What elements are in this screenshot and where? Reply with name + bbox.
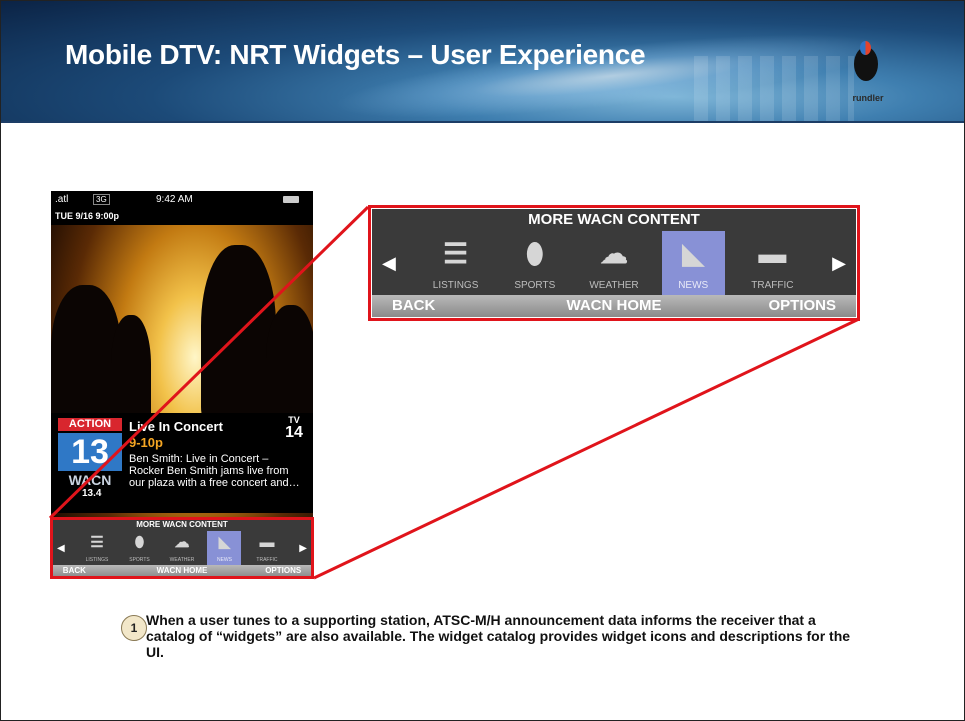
channel-callsign: WACN	[68, 472, 112, 488]
rss-feed-icon: ◣	[682, 238, 704, 269]
program-time: 9-10p	[129, 435, 163, 450]
widget-sports-button[interactable]: ⬮ SPORTS	[123, 531, 157, 565]
banner-divider	[1, 121, 964, 123]
widget-traffic-button[interactable]: ▬ TRAFFIC	[741, 231, 804, 295]
widget-traffic-button[interactable]: ▬ TRAFFIC	[250, 531, 284, 565]
widget-listings-button[interactable]: ☰ LISTINGS	[80, 531, 114, 565]
listings-icon: ☰	[90, 534, 104, 551]
widget-bar-title: MORE WACN CONTENT	[136, 520, 228, 529]
football-icon: ⬮	[134, 534, 145, 551]
logo-wordmark: rundler	[852, 93, 884, 103]
car-icon: ▬	[259, 534, 275, 551]
widget-weather-button[interactable]: ☁ WEATHER	[165, 531, 199, 565]
company-logo: rundler	[844, 41, 892, 111]
widget-news-button[interactable]: ◣ NEWS	[207, 531, 242, 565]
network-indicator: 3G	[93, 194, 110, 205]
widget-label: LISTINGS	[85, 557, 109, 563]
widget-nav-bar: BACK WACN HOME OPTIONS	[372, 295, 856, 317]
scroll-right-arrow-icon[interactable]: ▶	[832, 253, 846, 274]
widget-nav-bar: BACK WACN HOME OPTIONS	[52, 565, 312, 577]
date-line: TUE 9/16 9:00p	[55, 211, 120, 221]
status-bar: .atl 3G 9:42 AM	[51, 191, 313, 209]
slide: Mobile DTV: NRT Widgets – User Experienc…	[0, 0, 965, 721]
widget-label: NEWS	[678, 280, 709, 291]
logo-icon	[854, 41, 878, 81]
channel-number: 13	[58, 433, 122, 471]
widget-label: SPORTS	[514, 280, 556, 291]
slide-title: Mobile DTV: NRT Widgets – User Experienc…	[65, 39, 646, 70]
scroll-left-arrow-icon[interactable]: ◀	[382, 253, 396, 274]
channel-brand: ACTION	[58, 418, 122, 431]
battery-icon	[283, 196, 299, 203]
widget-sports-button[interactable]: ⬮ SPORTS	[503, 231, 566, 295]
program-description: Ben Smith: Live in Concert – Rocker Ben …	[129, 453, 300, 489]
channel-subchannel: 13.4	[82, 488, 102, 499]
widget-listings-button[interactable]: ☰ LISTINGS	[424, 231, 487, 295]
widget-label: SPORTS	[129, 557, 150, 563]
widget-toolbar-zoomed: MORE WACN CONTENT ◀ ▶ ☰ LISTINGS ⬮ SPORTS ☁ WEAT…	[372, 209, 856, 317]
banner-decoration	[694, 56, 854, 121]
options-button[interactable]: OPTIONS	[768, 295, 836, 317]
listings-icon: ☰	[443, 238, 469, 269]
car-icon: ▬	[758, 238, 787, 269]
widget-toolbar-small: MORE WACN CONTENT ◀ ▶ ☰ LISTINGS ⬮ SPORTS ☁ WEAT…	[52, 519, 312, 577]
scroll-left-arrow-icon[interactable]: ◀	[57, 543, 65, 554]
program-title: Live In Concert	[129, 419, 223, 434]
signal-icon: .atl	[55, 194, 69, 205]
scroll-right-arrow-icon[interactable]: ▶	[299, 543, 307, 554]
widget-label: LISTINGS	[432, 280, 479, 291]
football-icon: ⬮	[525, 238, 544, 269]
title-banner: Mobile DTV: NRT Widgets – User Experienc…	[1, 1, 964, 121]
partly-cloudy-icon: ☁	[599, 238, 628, 269]
step-number-badge: 1	[121, 615, 147, 641]
rss-feed-icon: ◣	[218, 534, 231, 551]
widget-label: WEATHER	[169, 557, 195, 563]
widget-weather-button[interactable]: ☁ WEATHER	[582, 231, 645, 295]
widget-label: TRAFFIC	[751, 280, 794, 291]
options-button[interactable]: OPTIONS	[265, 565, 301, 577]
widget-label: WEATHER	[589, 280, 639, 291]
widget-bar-title: MORE WACN CONTENT	[528, 211, 700, 228]
channel-logo: ACTION 13 WACN 13.4	[58, 418, 122, 499]
widget-news-button[interactable]: ◣ NEWS	[661, 231, 725, 295]
status-time: 9:42 AM	[156, 194, 193, 205]
widget-label: NEWS	[216, 557, 232, 563]
step-description: When a user tunes to a supporting statio…	[146, 612, 851, 660]
partly-cloudy-icon: ☁	[174, 534, 190, 551]
widget-label: TRAFFIC	[256, 557, 278, 563]
tv-rating: TV 14	[279, 416, 309, 441]
rating-value: 14	[285, 424, 303, 441]
